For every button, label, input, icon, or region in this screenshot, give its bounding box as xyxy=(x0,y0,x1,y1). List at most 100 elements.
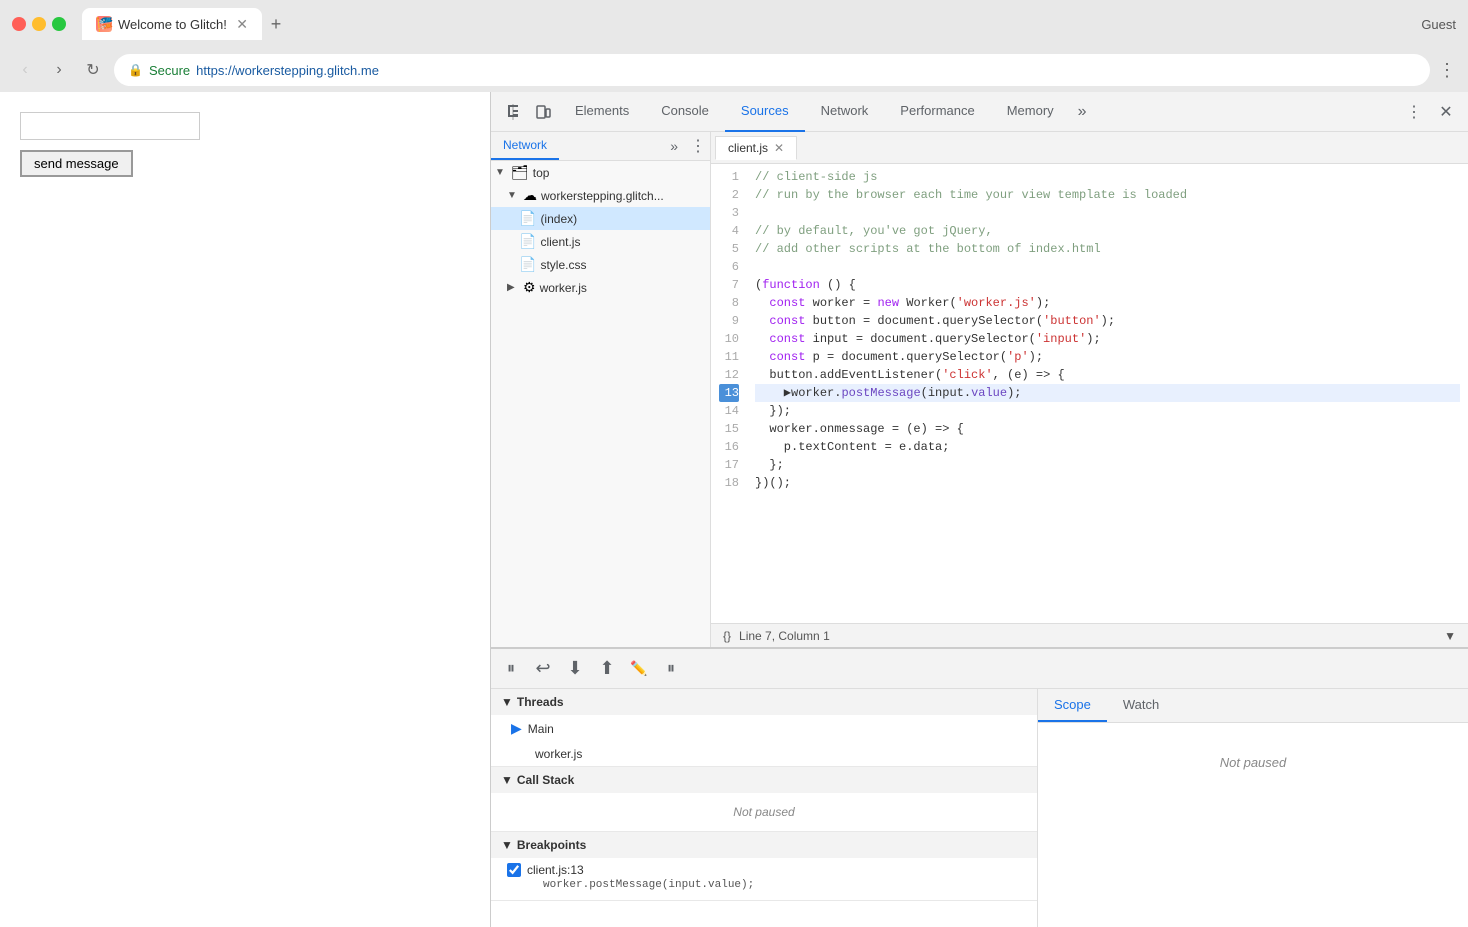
close-button[interactable] xyxy=(12,17,26,31)
devtools-toolbar: Elements Console Sources Network Perform… xyxy=(491,92,1468,132)
user-label: Guest xyxy=(1421,17,1456,32)
close-devtools-icon[interactable]: ✕ xyxy=(1432,98,1460,126)
code-line-9: const button = document.querySelector('b… xyxy=(755,312,1460,330)
tab-title: Welcome to Glitch! xyxy=(118,17,227,32)
callstack-label: Call Stack xyxy=(517,773,574,787)
more-tabs-button[interactable]: » xyxy=(1070,103,1095,121)
step-out-button[interactable]: ⬆ xyxy=(595,657,619,681)
tree-label-top: top xyxy=(533,166,550,180)
line-number-9: 9 xyxy=(719,312,739,330)
code-comment-2: // run by the browser each time your vie… xyxy=(755,186,1187,204)
line-number-1: 1 xyxy=(719,168,739,186)
minimize-button[interactable] xyxy=(32,17,46,31)
address-bar: ‹ › ↻ 🔒 Secure https://workerstepping.gl… xyxy=(0,48,1468,92)
tab-elements[interactable]: Elements xyxy=(559,92,645,132)
tree-item-top[interactable]: ▼ 🗂 top xyxy=(491,161,710,184)
tree-item-index[interactable]: 📄 (index) xyxy=(491,207,710,230)
code-line-10: const input = document.querySelector('in… xyxy=(755,330,1460,348)
sidebar-options: ⋮ xyxy=(686,132,710,160)
tree-item-clientjs[interactable]: 📄 client.js xyxy=(491,230,710,253)
breakpoint-header[interactable]: client.js:13 xyxy=(507,863,1021,877)
tree-item-workerstepping[interactable]: ▼ ☁ workerstepping.glitch... xyxy=(491,184,710,207)
device-toggle-icon[interactable] xyxy=(529,98,557,126)
code-line-8: const worker = new Worker('worker.js'); xyxy=(755,294,1460,312)
tab-memory[interactable]: Memory xyxy=(991,92,1070,132)
code-comment-4: // by default, you've got jQuery, xyxy=(755,222,993,240)
debugger-body: ▼ Threads ▶ Main worker.js xyxy=(491,689,1468,927)
line-number-13: 13 xyxy=(719,384,739,402)
tree-label-index: (index) xyxy=(540,212,577,226)
devtools-tabs: Elements Console Sources Network Perform… xyxy=(559,92,1398,132)
title-bar: 🎏 Welcome to Glitch! ✕ + Guest xyxy=(0,0,1468,48)
tab-console[interactable]: Console xyxy=(645,92,725,132)
breakpoints-section-header[interactable]: ▼ Breakpoints xyxy=(491,832,1037,858)
breakpoints-section: ▼ Breakpoints client.js:13 worker.postMe… xyxy=(491,832,1037,901)
browser-tab[interactable]: 🎏 Welcome to Glitch! ✕ xyxy=(82,8,262,40)
maximize-button[interactable] xyxy=(52,17,66,31)
reload-button[interactable]: ↻ xyxy=(80,57,106,83)
scope-tab[interactable]: Scope xyxy=(1038,689,1107,722)
sidebar-more-button[interactable]: » xyxy=(662,132,686,160)
sidebar-tab-network[interactable]: Network xyxy=(491,132,559,160)
code-line-17: }; xyxy=(755,456,1460,474)
code-lines: // client-side js // run by the browser … xyxy=(747,164,1468,623)
editor-tab-clientjs[interactable]: client.js ✕ xyxy=(715,136,797,160)
pause-button[interactable]: ⏸ xyxy=(499,657,523,681)
debug-right-panel: Scope Watch Not paused xyxy=(1038,689,1468,927)
debug-right-tabs: Scope Watch xyxy=(1038,689,1468,723)
callstack-not-paused: Not paused xyxy=(491,793,1037,831)
breakpoint-1: client.js:13 worker.postMessage(input.va… xyxy=(491,858,1037,900)
code-line-2: // run by the browser each time your vie… xyxy=(755,186,1460,204)
code-line-7: (function () { xyxy=(755,276,1460,294)
thread-workerjs[interactable]: worker.js xyxy=(491,742,1037,766)
threads-section-header[interactable]: ▼ Threads xyxy=(491,689,1037,715)
main-thread-label: Main xyxy=(528,722,554,736)
forward-button[interactable]: › xyxy=(46,57,72,83)
tree-arrow-top: ▼ xyxy=(495,167,507,178)
new-tab-button[interactable]: + xyxy=(262,10,290,38)
folder-icon: 🗂 xyxy=(511,164,529,181)
back-button[interactable]: ‹ xyxy=(12,57,38,83)
sidebar-tabs: Network » ⋮ xyxy=(491,132,710,161)
url-text: https://workerstepping.glitch.me xyxy=(196,63,379,78)
tab-network[interactable]: Network xyxy=(805,92,885,132)
breakpoint-checkbox[interactable] xyxy=(507,863,521,877)
main-content: send message Elements Console Sources Ne… xyxy=(0,92,1468,927)
editor-tab-close-button[interactable]: ✕ xyxy=(774,141,784,155)
status-line-col: Line 7, Column 1 xyxy=(739,629,830,643)
send-message-button[interactable]: send message xyxy=(20,150,133,177)
browser-menu-button[interactable]: ⋮ xyxy=(1438,60,1456,81)
thread-main[interactable]: ▶ Main xyxy=(491,715,1037,742)
workerjs-thread-label: worker.js xyxy=(535,747,582,761)
tab-sources[interactable]: Sources xyxy=(725,92,805,132)
sidebar-options-button[interactable]: ⋮ xyxy=(690,136,706,156)
callstack-section-header[interactable]: ▼ Call Stack xyxy=(491,767,1037,793)
status-collapse-icon[interactable]: ▼ xyxy=(1444,629,1456,643)
message-input[interactable] xyxy=(20,112,200,140)
tab-performance[interactable]: Performance xyxy=(884,92,990,132)
status-bar: {} Line 7, Column 1 ▼ xyxy=(711,623,1468,647)
deactivate-breakpoints-button[interactable]: ✏️ xyxy=(627,657,651,681)
watch-tab[interactable]: Watch xyxy=(1107,689,1175,722)
tree-label-clientjs: client.js xyxy=(540,235,580,249)
code-editor[interactable]: 1 2 3 4 5 6 7 8 9 10 11 12 13 14 xyxy=(711,164,1468,623)
settings-icon[interactable]: ⋮ xyxy=(1400,98,1428,126)
main-thread-arrow: ▶ xyxy=(511,720,522,737)
code-line-3 xyxy=(755,204,1460,222)
tab-close-button[interactable]: ✕ xyxy=(236,16,248,33)
sources-sidebar: Network » ⋮ ▼ 🗂 top ▼ xyxy=(491,132,711,647)
threads-label: Threads xyxy=(517,695,564,709)
tree-item-workerjs[interactable]: ▶ ⚙ worker.js xyxy=(491,276,710,299)
code-line-13: ▶worker.postMessage(input.value); xyxy=(755,384,1460,402)
line-number-7: 7 xyxy=(719,276,739,294)
step-over-button[interactable]: ↩ xyxy=(531,657,555,681)
url-bar[interactable]: 🔒 Secure https://workerstepping.glitch.m… xyxy=(114,54,1430,86)
code-comment-1: // client-side js xyxy=(755,168,877,186)
pause-on-exceptions-button[interactable]: ⏸ xyxy=(659,657,683,681)
breakpoints-label: Breakpoints xyxy=(517,838,586,852)
inspect-element-icon[interactable] xyxy=(499,98,527,126)
tree-arrow-workerjs: ▶ xyxy=(507,282,519,293)
line-number-14: 14 xyxy=(719,402,739,420)
step-into-button[interactable]: ⬇ xyxy=(563,657,587,681)
tree-item-stylecss[interactable]: 📄 style.css xyxy=(491,253,710,276)
